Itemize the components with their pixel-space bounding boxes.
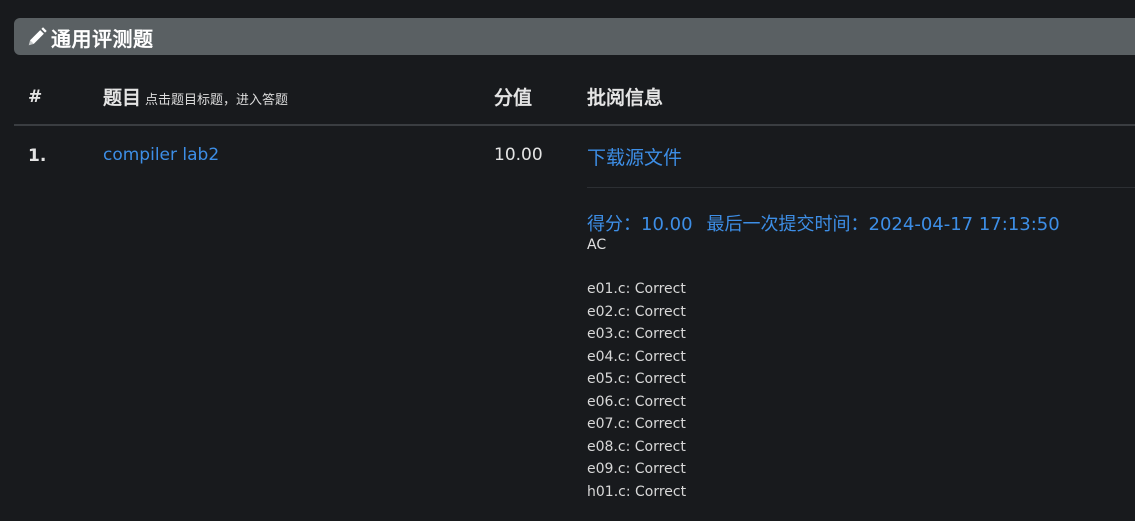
- pencil-icon: [28, 27, 47, 46]
- test-result-item: h01.c: Correct: [587, 483, 687, 500]
- column-header-topic-hint: 点击题目标题，进入答题: [145, 93, 289, 108]
- question-title-link[interactable]: compiler lab2: [103, 145, 219, 165]
- obtained-score: 得分：10.00: [587, 214, 693, 235]
- test-result-item: e01.c: Correct: [587, 281, 686, 297]
- header-divider: [14, 124, 1135, 126]
- last-submit-time: 最后一次提交时间：2024-04-17 17:13:50: [706, 214, 1060, 235]
- panel-header: 通用评测题: [14, 18, 1135, 55]
- score-summary: 得分：10.00 最后一次提交时间：2024-04-17 17:13:50: [587, 210, 1060, 236]
- test-results-list: e01.c: Correct e02.c: Correct e03.c: Cor…: [587, 278, 686, 503]
- row-score-value: 10.00: [494, 145, 543, 165]
- column-header-review: 批阅信息: [587, 87, 664, 109]
- test-result-item: e08.c: Correct: [587, 438, 686, 455]
- review-divider: [587, 187, 1135, 188]
- column-header-topic: 题目 点击题目标题，进入答题: [103, 83, 288, 110]
- test-result-item: e07.c: Correct: [587, 416, 686, 432]
- test-result-item: e09.c: Correct: [587, 461, 686, 477]
- download-source-link[interactable]: 下载源文件: [587, 143, 682, 170]
- test-result-item: e05.c: Correct: [587, 371, 686, 387]
- verdict-status: AC: [587, 237, 607, 253]
- test-result-item: e02.c: Correct: [587, 303, 686, 320]
- column-header-index: #: [28, 87, 43, 107]
- column-header-topic-label: 题目: [103, 87, 142, 109]
- column-header-score: 分值: [494, 87, 533, 109]
- test-result-item: e04.c: Correct: [587, 348, 686, 365]
- test-result-item: e06.c: Correct: [587, 393, 686, 410]
- row-index: 1.: [28, 146, 47, 166]
- panel-title: 通用评测题: [51, 27, 154, 51]
- test-result-item: e03.c: Correct: [587, 326, 686, 342]
